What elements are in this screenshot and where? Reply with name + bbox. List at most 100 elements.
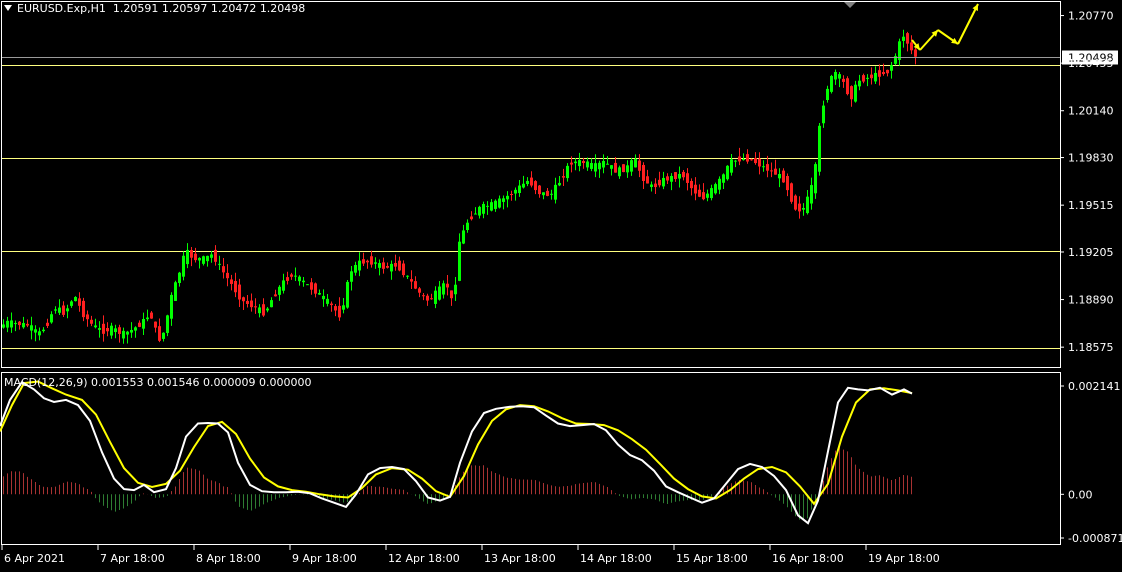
candle-body bbox=[498, 198, 501, 208]
candle-body bbox=[742, 159, 745, 161]
candle-body bbox=[166, 315, 169, 333]
candle-body bbox=[862, 75, 865, 82]
candle-body bbox=[310, 282, 313, 290]
forecast-arrow-segment[interactable] bbox=[957, 3, 979, 45]
candle-body bbox=[730, 159, 733, 173]
candle-body bbox=[682, 171, 685, 178]
candle-body bbox=[398, 260, 401, 271]
candle-body bbox=[98, 328, 101, 330]
candle-body bbox=[906, 33, 909, 44]
candle-body bbox=[686, 173, 689, 183]
candle-body bbox=[418, 288, 421, 293]
price-tick-label: 1.20455 bbox=[1068, 57, 1114, 70]
price-tick-label: 1.18575 bbox=[1068, 341, 1114, 354]
candle-body bbox=[454, 284, 457, 295]
candle-body bbox=[762, 166, 765, 168]
candle-body bbox=[238, 284, 241, 300]
candle-body bbox=[618, 167, 621, 177]
candle-body bbox=[734, 160, 737, 162]
candle-body bbox=[146, 317, 149, 320]
candle-body bbox=[774, 168, 777, 175]
candle-body bbox=[610, 165, 613, 169]
candle-body bbox=[870, 74, 873, 79]
candle-body bbox=[626, 165, 629, 173]
candle-body bbox=[574, 161, 577, 164]
candle-body bbox=[54, 309, 57, 311]
candle-body bbox=[426, 295, 429, 301]
candle-body bbox=[650, 184, 653, 187]
candle-body bbox=[102, 323, 105, 334]
candle-body bbox=[410, 279, 413, 282]
candle-body bbox=[506, 195, 509, 200]
chevron-down-icon[interactable] bbox=[4, 5, 12, 11]
candle-body bbox=[406, 275, 409, 277]
candle-body bbox=[70, 301, 73, 306]
candle-body bbox=[886, 69, 889, 74]
candle-body bbox=[134, 327, 137, 331]
chart-canvas[interactable]: 1.20498 1.20770 1.20455 1.20140 1.19830 1.19… bbox=[0, 0, 1122, 568]
candle-body bbox=[150, 312, 153, 319]
price-tick-label: 1.18890 bbox=[1068, 294, 1114, 307]
candle-body bbox=[170, 294, 173, 319]
candle-body bbox=[130, 329, 133, 333]
forecast-arrows bbox=[911, 3, 979, 51]
candle-body bbox=[810, 185, 813, 204]
candle-body bbox=[142, 319, 145, 329]
candle-body bbox=[554, 184, 557, 200]
candle-body bbox=[582, 161, 585, 164]
candle-body bbox=[138, 322, 141, 327]
candle-body bbox=[706, 193, 709, 198]
candle-body bbox=[110, 325, 113, 336]
candle-body bbox=[302, 280, 305, 283]
candle-body bbox=[282, 280, 285, 291]
candle-body bbox=[350, 271, 353, 282]
chart-shift-marker[interactable] bbox=[844, 2, 856, 8]
candle-body bbox=[502, 198, 505, 202]
candle-body bbox=[438, 286, 441, 300]
candle-body bbox=[550, 193, 553, 195]
candle-body bbox=[670, 175, 673, 182]
candle-body bbox=[206, 255, 209, 262]
price-candles bbox=[2, 29, 917, 344]
macd-lines bbox=[0, 380, 913, 525]
price-tick-label: 1.19830 bbox=[1068, 152, 1114, 165]
candle-body bbox=[214, 249, 217, 262]
candle-body bbox=[58, 307, 61, 313]
candle-body bbox=[770, 170, 773, 172]
candle-body bbox=[802, 207, 805, 210]
candle-body bbox=[518, 185, 521, 193]
candle-body bbox=[18, 321, 21, 326]
candle-body bbox=[218, 263, 221, 265]
candle-body bbox=[286, 277, 289, 281]
candle-body bbox=[590, 163, 593, 169]
candle-body bbox=[22, 323, 25, 328]
macd-tick-label: 0.00 bbox=[1068, 488, 1093, 501]
candle-body bbox=[326, 298, 329, 304]
candle-body bbox=[566, 165, 569, 179]
candle-body bbox=[578, 160, 581, 167]
macd-pane-frame bbox=[1, 372, 1061, 545]
candle-body bbox=[882, 72, 885, 75]
candle-body bbox=[334, 306, 337, 311]
candle-body bbox=[794, 195, 797, 210]
candle-body bbox=[674, 172, 677, 180]
candle-body bbox=[270, 300, 273, 308]
candle-body bbox=[234, 280, 237, 293]
candle-body bbox=[542, 192, 545, 196]
candle-body bbox=[878, 70, 881, 77]
candle-body bbox=[570, 162, 573, 165]
candle-body bbox=[306, 284, 309, 286]
candle-body bbox=[342, 305, 345, 310]
candle-body bbox=[594, 163, 597, 172]
candle-body bbox=[202, 256, 205, 264]
candle-body bbox=[798, 203, 801, 212]
candle-body bbox=[158, 326, 161, 341]
candle-body bbox=[394, 263, 397, 267]
candle-body bbox=[722, 174, 725, 183]
candle-body bbox=[678, 173, 681, 179]
candle-body bbox=[746, 154, 749, 162]
candle-body bbox=[562, 176, 565, 178]
candle-body bbox=[474, 213, 477, 215]
candle-body bbox=[346, 281, 349, 308]
candle-body bbox=[658, 179, 661, 186]
